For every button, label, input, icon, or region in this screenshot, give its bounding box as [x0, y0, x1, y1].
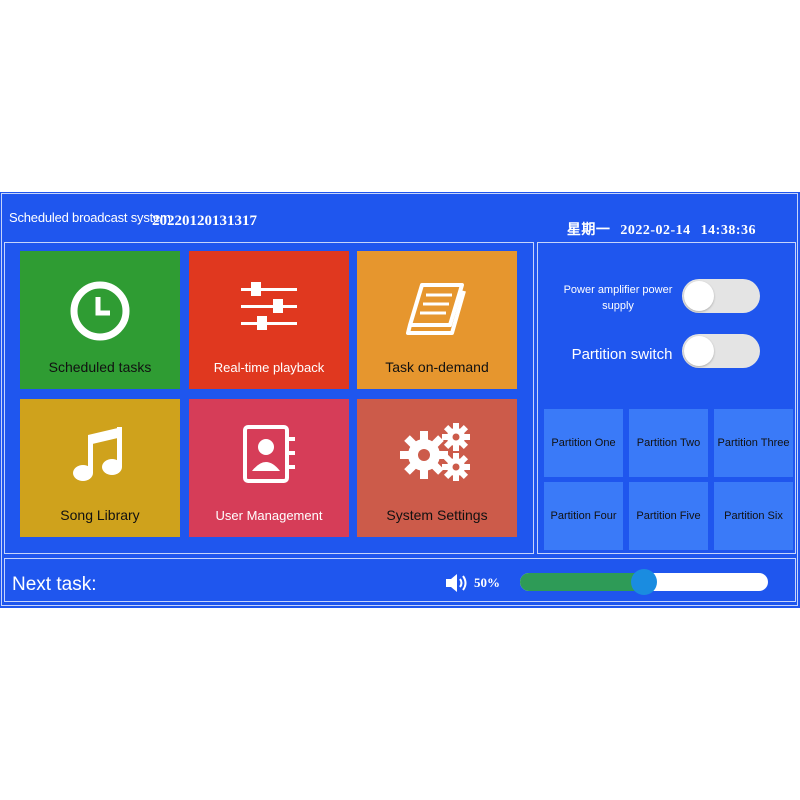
user-management-tile[interactable]: User Management — [189, 399, 349, 537]
serial-number: 20220120131317 — [152, 213, 257, 229]
partition-two-button[interactable]: Partition Two — [629, 409, 708, 477]
datetime-display: 星期一 2022-02-14 14:38:36 — [557, 219, 756, 239]
tile-label: Scheduled tasks — [48, 359, 152, 375]
book-icon — [357, 279, 517, 339]
speaker-icon[interactable] — [444, 572, 470, 594]
partition-three-button[interactable]: Partition Three — [714, 409, 793, 477]
tile-label: System Settings — [386, 507, 488, 523]
volume-fill — [520, 573, 644, 591]
toggle-knob — [684, 336, 714, 366]
clock-icon — [20, 279, 180, 343]
task-on-demand-tile[interactable]: Task on-demand — [357, 251, 517, 389]
power-supply-label: Power amplifier power supply — [563, 284, 673, 312]
volume-slider[interactable] — [520, 569, 768, 595]
toggle-knob — [684, 281, 714, 311]
app-title: Scheduled broadcast system — [9, 210, 171, 225]
header-bar: Scheduled broadcast system 2022012013131… — [0, 192, 800, 240]
tile-label: Task on-demand — [385, 359, 489, 375]
partition-switch-label: Partition switch — [571, 346, 673, 363]
next-task-label: Next task: — [12, 574, 97, 595]
song-library-tile[interactable]: Song Library — [20, 399, 180, 537]
music-note-icon — [20, 423, 180, 487]
sliders-icon — [189, 279, 349, 335]
scheduled-tasks-tile[interactable]: Scheduled tasks — [20, 251, 180, 389]
tile-label: User Management — [215, 508, 323, 523]
date: 2022-02-14 — [620, 223, 691, 238]
partition-six-button[interactable]: Partition Six — [714, 482, 793, 550]
power-supply-toggle[interactable] — [682, 279, 760, 313]
real-time-playback-tile[interactable]: Real-time playback — [189, 251, 349, 389]
gears-icon — [357, 421, 517, 485]
contact-card-icon — [189, 423, 349, 485]
tile-label: Real-time playback — [213, 360, 325, 375]
partition-switch-toggle[interactable] — [682, 334, 760, 368]
volume-thumb[interactable] — [631, 569, 657, 595]
volume-percent: 50% — [474, 575, 500, 590]
weekday: 星期一 — [566, 223, 611, 238]
partition-four-button[interactable]: Partition Four — [544, 482, 623, 550]
system-settings-tile[interactable]: System Settings — [357, 399, 517, 537]
time: 14:38:36 — [700, 223, 756, 238]
broadcast-screen: Scheduled broadcast system 2022012013131… — [0, 192, 800, 608]
tile-label: Song Library — [60, 507, 140, 523]
partition-five-button[interactable]: Partition Five — [629, 482, 708, 550]
partition-one-button[interactable]: Partition One — [544, 409, 623, 477]
